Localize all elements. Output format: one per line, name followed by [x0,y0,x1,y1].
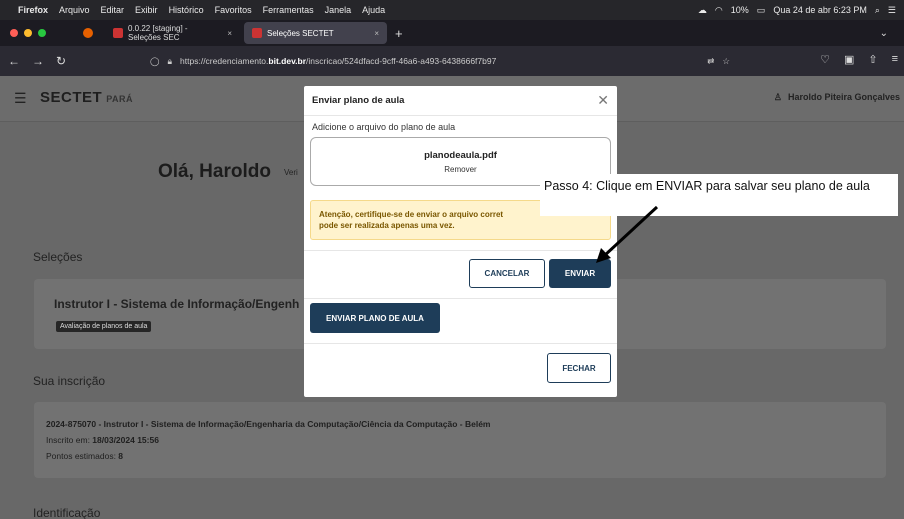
inscription-date: Inscrito em: 18/03/2024 15:56 [46,435,159,445]
user-icon: ♙ [773,92,782,102]
upload-label: Adicione o arquivo do plano de aula [312,122,456,132]
inscription-line: 2024-875070 - Instrutor I - Sistema de I… [46,419,491,429]
menu-historico[interactable]: Histórico [169,5,204,15]
back-icon[interactable]: ← [8,54,20,68]
browser-nav-bar: ← → ↻ ◯ 🔒︎ https://credenciamento.bit.de… [0,46,904,76]
warning-text-line2: pode ser realizada apenas uma vez. [319,221,455,230]
tutorial-callout: Passo 4: Clique em ENVIAR para salvar se… [540,174,898,216]
tab-title: Seleções SECTET [267,28,334,38]
pocket-icon[interactable]: ♡ [820,53,830,66]
menu-app-name[interactable]: Firefox [18,5,48,15]
section-title-inscricao: Sua inscrição [33,374,106,388]
tab-title: 0.0.22 [staging] - Seleções SEC [128,24,188,42]
tab-close-icon[interactable]: × [374,29,379,38]
url-bar[interactable]: ◯ 🔒︎ https://credenciamento.bit.dev.br/i… [140,50,740,72]
menu-exibir[interactable]: Exibir [135,5,158,15]
new-tab-icon[interactable]: + [395,26,403,41]
page-content: ☰ SECTET PARÁ ♙ Haroldo Piteira Gonçalves… [0,76,904,519]
file-name: planodeaula.pdf [424,150,497,161]
send-button[interactable]: ENVIAR [549,259,611,288]
selection-title: Instrutor I - Sistema de Informação/Enge… [54,297,300,311]
divider [304,250,617,251]
menu-ferramentas[interactable]: Ferramentas [263,5,314,15]
menu-icon[interactable]: ≡ [892,53,898,66]
spotlight-icon[interactable]: ⌕ [875,5,880,16]
url-text[interactable]: https://credenciamento.bit.dev.br/inscri… [180,56,496,66]
battery-percent[interactable]: 10% [731,5,749,15]
forward-icon[interactable]: → [32,54,44,68]
status-badge: Avaliação de planos de aula [56,321,152,332]
close-window-button[interactable] [10,29,18,37]
cloud-icon[interactable]: ☁ [698,5,707,16]
extension-icon[interactable]: ▣ [844,53,854,66]
wifi-icon[interactable]: ◠ [715,5,723,16]
shield-icon[interactable]: ◯ [150,56,160,67]
bookmark-star-icon[interactable]: ☆ [722,56,730,67]
favicon-icon [113,28,123,38]
menu-favoritos[interactable]: Favoritos [215,5,252,15]
lock-icon[interactable]: 🔒︎ [168,56,173,67]
menu-janela[interactable]: Janela [325,5,352,15]
greeting-subtitle: Veri [284,168,298,177]
browser-tab-strip: 0.0.22 [staging] - Seleções SEC × Seleçõ… [0,20,904,46]
send-plan-modal: Enviar plano de aula ✕ Adicione o arquiv… [304,86,617,397]
cancel-button[interactable]: CANCELAR [469,259,545,288]
modal-title: Enviar plano de aula [304,86,617,116]
greeting-title: Olá, Haroldo [158,161,271,182]
battery-icon[interactable]: ▭ [757,5,766,16]
sectet-logo[interactable]: SECTET PARÁ [40,89,133,106]
remove-file-link[interactable]: Remover [311,165,610,174]
favicon-icon [252,28,262,38]
clock[interactable]: Qua 24 de abr 6:23 PM [773,5,867,15]
translate-icon[interactable]: ⇄ [707,56,714,67]
divider [304,343,617,344]
menu-arquivo[interactable]: Arquivo [59,5,90,15]
reload-icon[interactable]: ↻ [56,54,66,68]
macos-menu-bar: Firefox Arquivo Editar Exibir Histórico … [0,0,904,20]
hamburger-menu-icon[interactable]: ☰ [14,90,27,107]
divider [304,298,617,299]
user-name: Haroldo Piteira Gonçalves [787,92,900,102]
menu-ajuda[interactable]: Ajuda [362,5,385,15]
section-title-identificacao: Identificação [33,506,101,519]
inscription-points: Pontos estimados: 8 [46,451,124,461]
firefox-view-icon[interactable] [83,28,93,38]
share-icon[interactable]: ⇧ [868,53,877,66]
minimize-window-button[interactable] [24,29,32,37]
tab-close-icon[interactable]: × [227,29,232,38]
control-center-icon[interactable]: ☰ [888,5,896,16]
send-plan-button[interactable]: ENVIAR PLANO DE AULA [310,303,440,333]
close-button[interactable]: FECHAR [547,353,611,383]
modal-close-icon[interactable]: ✕ [597,92,609,109]
window-controls [0,29,75,37]
maximize-window-button[interactable] [38,29,46,37]
tab-list-chevron-icon[interactable]: ⌄ [880,28,888,39]
tab-selecoes[interactable]: Seleções SECTET × [244,22,387,44]
section-title-selecoes: Seleções [33,250,83,264]
tab-staging[interactable]: 0.0.22 [staging] - Seleções SEC × [105,22,240,44]
menu-editar[interactable]: Editar [101,5,125,15]
user-menu[interactable]: ♙ Haroldo Piteira Gonçalves [774,92,900,103]
inscription-card: 2024-875070 - Instrutor I - Sistema de I… [34,402,886,478]
